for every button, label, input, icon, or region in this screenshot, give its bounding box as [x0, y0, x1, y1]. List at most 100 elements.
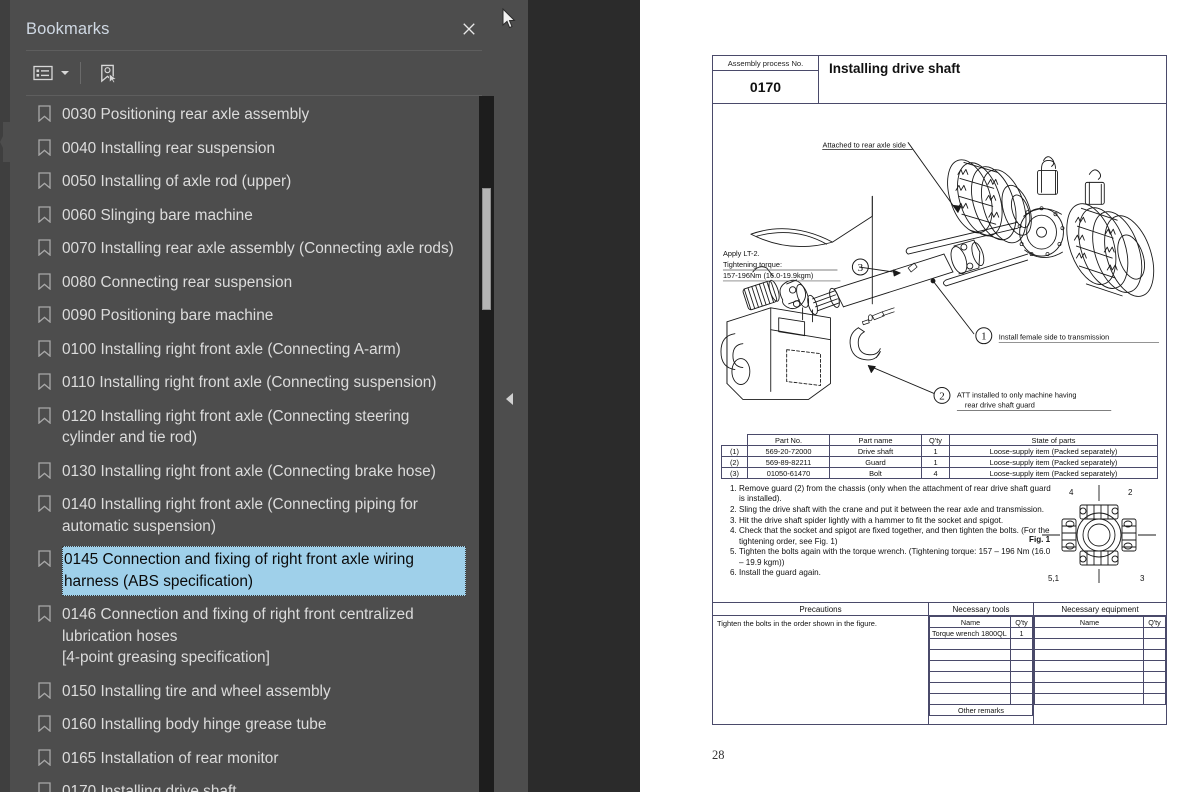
new-bookmark-icon[interactable] — [92, 60, 122, 86]
parts-col-header: Part name — [829, 434, 922, 446]
bookmark-item[interactable]: 0140 Installing right front axle (Connec… — [10, 488, 472, 543]
parts-cell: Loose-supply item (Packed separately) — [949, 445, 1158, 457]
panel-left-edge — [0, 0, 10, 792]
svg-text:1: 1 — [981, 331, 986, 343]
procedure-step: Tighten the bolts again with the torque … — [739, 547, 1053, 568]
tool-name-cell — [929, 693, 1011, 705]
bookmark-label: 0080 Connecting rear suspension — [62, 273, 293, 291]
figure-label-2b: rear drive shaft guard — [965, 400, 1035, 409]
tool-qty-cell: 1 — [1010, 627, 1033, 639]
figure-label-torque-value: 157-196Nm (16.0-19.9kgm) — [723, 271, 813, 280]
table-row — [1034, 627, 1166, 639]
table-header-row: Name Q'ty — [929, 616, 1033, 628]
pdf-viewer-window: Bookmarks 0030 Positioning rear axle ass… — [0, 0, 1200, 792]
tool-qty-cell — [1010, 660, 1033, 672]
bookmark-label: 0140 Installing right front axle (Connec… — [62, 496, 418, 535]
parts-cell: 1 — [921, 456, 950, 468]
bookmark-icon — [38, 461, 51, 479]
tool-name-cell: Torque wrench 1800QL — [929, 627, 1011, 639]
bookmark-item[interactable]: 0146 Connection and fixing of right fron… — [10, 598, 472, 675]
necessary-equipment-table: Name Q'ty — [1034, 616, 1166, 705]
equipment-qty-cell — [1143, 693, 1166, 705]
procedure-step: Remove guard (2) from the chassis (only … — [739, 484, 1053, 505]
parts-col-header: Q'ty — [921, 434, 950, 446]
assembly-figure: 3 1 2 Attached to rear axle side Apply L… — [713, 104, 1166, 434]
svg-text:2: 2 — [939, 390, 944, 402]
bookmark-icon — [38, 138, 51, 156]
mouse-cursor-icon — [502, 7, 516, 30]
procedure-steps: Remove guard (2) from the chassis (only … — [721, 484, 1053, 579]
necessary-equipment-header: Necessary equipment — [1034, 603, 1166, 616]
scrollbar-thumb[interactable] — [482, 188, 491, 310]
bookmark-item[interactable]: 0145 Connection and fixing of right fron… — [10, 543, 472, 598]
fig1-mark-3: 3 — [1140, 574, 1145, 583]
toolbar-separator — [80, 62, 81, 84]
process-no-cell: Assembly process No. 0170 — [713, 56, 819, 103]
figure-note-top: Attached to rear axle side — [823, 141, 906, 150]
bookmark-label: 0160 Installing body hinge grease tube — [62, 716, 327, 733]
precautions-column: Precautions Tighten the bolts in the ord… — [713, 603, 929, 724]
precautions-header: Precautions — [713, 603, 928, 616]
equipment-name-cell — [1034, 671, 1144, 683]
bookmark-item[interactable]: 0100 Installing right front axle (Connec… — [10, 333, 472, 367]
parts-cell: Loose-supply item (Packed separately) — [949, 456, 1158, 468]
bookmark-item[interactable]: 0150 Installing tire and wheel assembly — [10, 675, 472, 709]
manual-sheet-frame: Assembly process No. 0170 Installing dri… — [712, 55, 1167, 725]
necessary-tools-table: Name Q'ty Torque wrench 1800QL 1 Other rema… — [929, 616, 1033, 716]
bookmark-item[interactable]: 0120 Installing right front axle (Connec… — [10, 400, 472, 455]
col-header-qty: Q'ty — [1010, 616, 1033, 628]
bookmark-item[interactable]: 0040 Installing rear suspension — [10, 132, 472, 166]
procedure-step: Sling the drive shaft with the crane and… — [739, 505, 1053, 515]
sheet-title-row: Assembly process No. 0170 Installing dri… — [713, 56, 1166, 104]
table-row — [1034, 693, 1166, 705]
list-options-icon[interactable] — [28, 60, 58, 86]
chevron-down-icon[interactable] — [58, 60, 72, 86]
bookmark-label: 0165 Installation of rear monitor — [62, 749, 279, 767]
bookmark-item[interactable]: 0030 Positioning rear axle assembly — [10, 98, 472, 132]
procedure-step: Install the guard again. — [739, 568, 1053, 578]
document-viewport[interactable]: Assembly process No. 0170 Installing dri… — [640, 0, 1200, 792]
collapse-panel-triangle-icon[interactable] — [506, 393, 513, 405]
equipment-name-cell — [1034, 649, 1144, 661]
bookmark-item[interactable]: 0060 Slinging bare machine — [10, 199, 472, 233]
bookmark-label: 0070 Installing rear axle assembly (Conn… — [62, 240, 454, 257]
table-row: Torque wrench 1800QL 1 — [929, 627, 1033, 639]
process-no-label: Assembly process No. — [713, 56, 818, 71]
bookmark-icon — [38, 172, 51, 190]
bookmarks-toolbar — [10, 51, 500, 95]
bookmarks-list: 0030 Positioning rear axle assembly 0040 … — [10, 96, 472, 792]
table-row — [1034, 649, 1166, 661]
bookmark-icon — [38, 306, 51, 324]
bookmark-item[interactable]: 0050 Installing of axle rod (upper) — [10, 165, 472, 199]
panel-toggle-strip[interactable] — [500, 0, 528, 792]
bookmark-item[interactable]: 0110 Installing right front axle (Connec… — [10, 366, 472, 400]
bookmark-item[interactable]: 0090 Positioning bare machine — [10, 299, 472, 333]
procedure-step: Check that the socket and spigot are fix… — [739, 526, 1053, 547]
table-row: (1) 569-20-72000 Drive shaft 1 Loose-supply … — [721, 445, 1158, 457]
parts-col-header: State of parts — [949, 434, 1158, 446]
bookmark-item[interactable]: 0160 Installing body hinge grease tube — [10, 708, 472, 742]
figure-label-torque: Tightening torque: — [723, 260, 782, 269]
necessary-equipment-column: Necessary equipment Name Q'ty — [1034, 603, 1166, 724]
procedure-step: Hit the drive shaft spider lightly with … — [739, 516, 1053, 526]
bookmark-item[interactable]: 0070 Installing rear axle assembly (Conn… — [10, 232, 472, 266]
parts-cell: Loose-supply item (Packed separately) — [949, 467, 1158, 479]
equipment-qty-cell — [1143, 660, 1166, 672]
parts-col-header — [721, 434, 748, 446]
bookmark-label: 0040 Installing rear suspension — [62, 139, 276, 157]
bookmark-label: 0120 Installing right front axle (Connec… — [62, 407, 410, 447]
table-row — [929, 638, 1033, 650]
col-header-name: Name — [1034, 616, 1144, 628]
bookmarks-scrollbar[interactable] — [479, 96, 494, 792]
bookmark-icon — [38, 373, 51, 391]
page-number: 28 — [712, 748, 725, 762]
bookmark-item[interactable]: 0165 Installation of rear monitor — [10, 742, 472, 776]
bookmark-icon — [38, 105, 51, 123]
bookmark-item[interactable]: 0080 Connecting rear suspension — [10, 266, 472, 300]
bookmark-label: 0146 Connection and fixing of right fron… — [62, 606, 414, 666]
bookmark-item[interactable]: 0130 Installing right front axle (Connec… — [10, 455, 472, 489]
bookmark-item[interactable]: 0170 Installing drive shaft — [10, 775, 472, 792]
tool-name-cell — [929, 638, 1011, 650]
close-icon[interactable] — [456, 16, 482, 42]
bookmark-icon — [38, 605, 51, 623]
